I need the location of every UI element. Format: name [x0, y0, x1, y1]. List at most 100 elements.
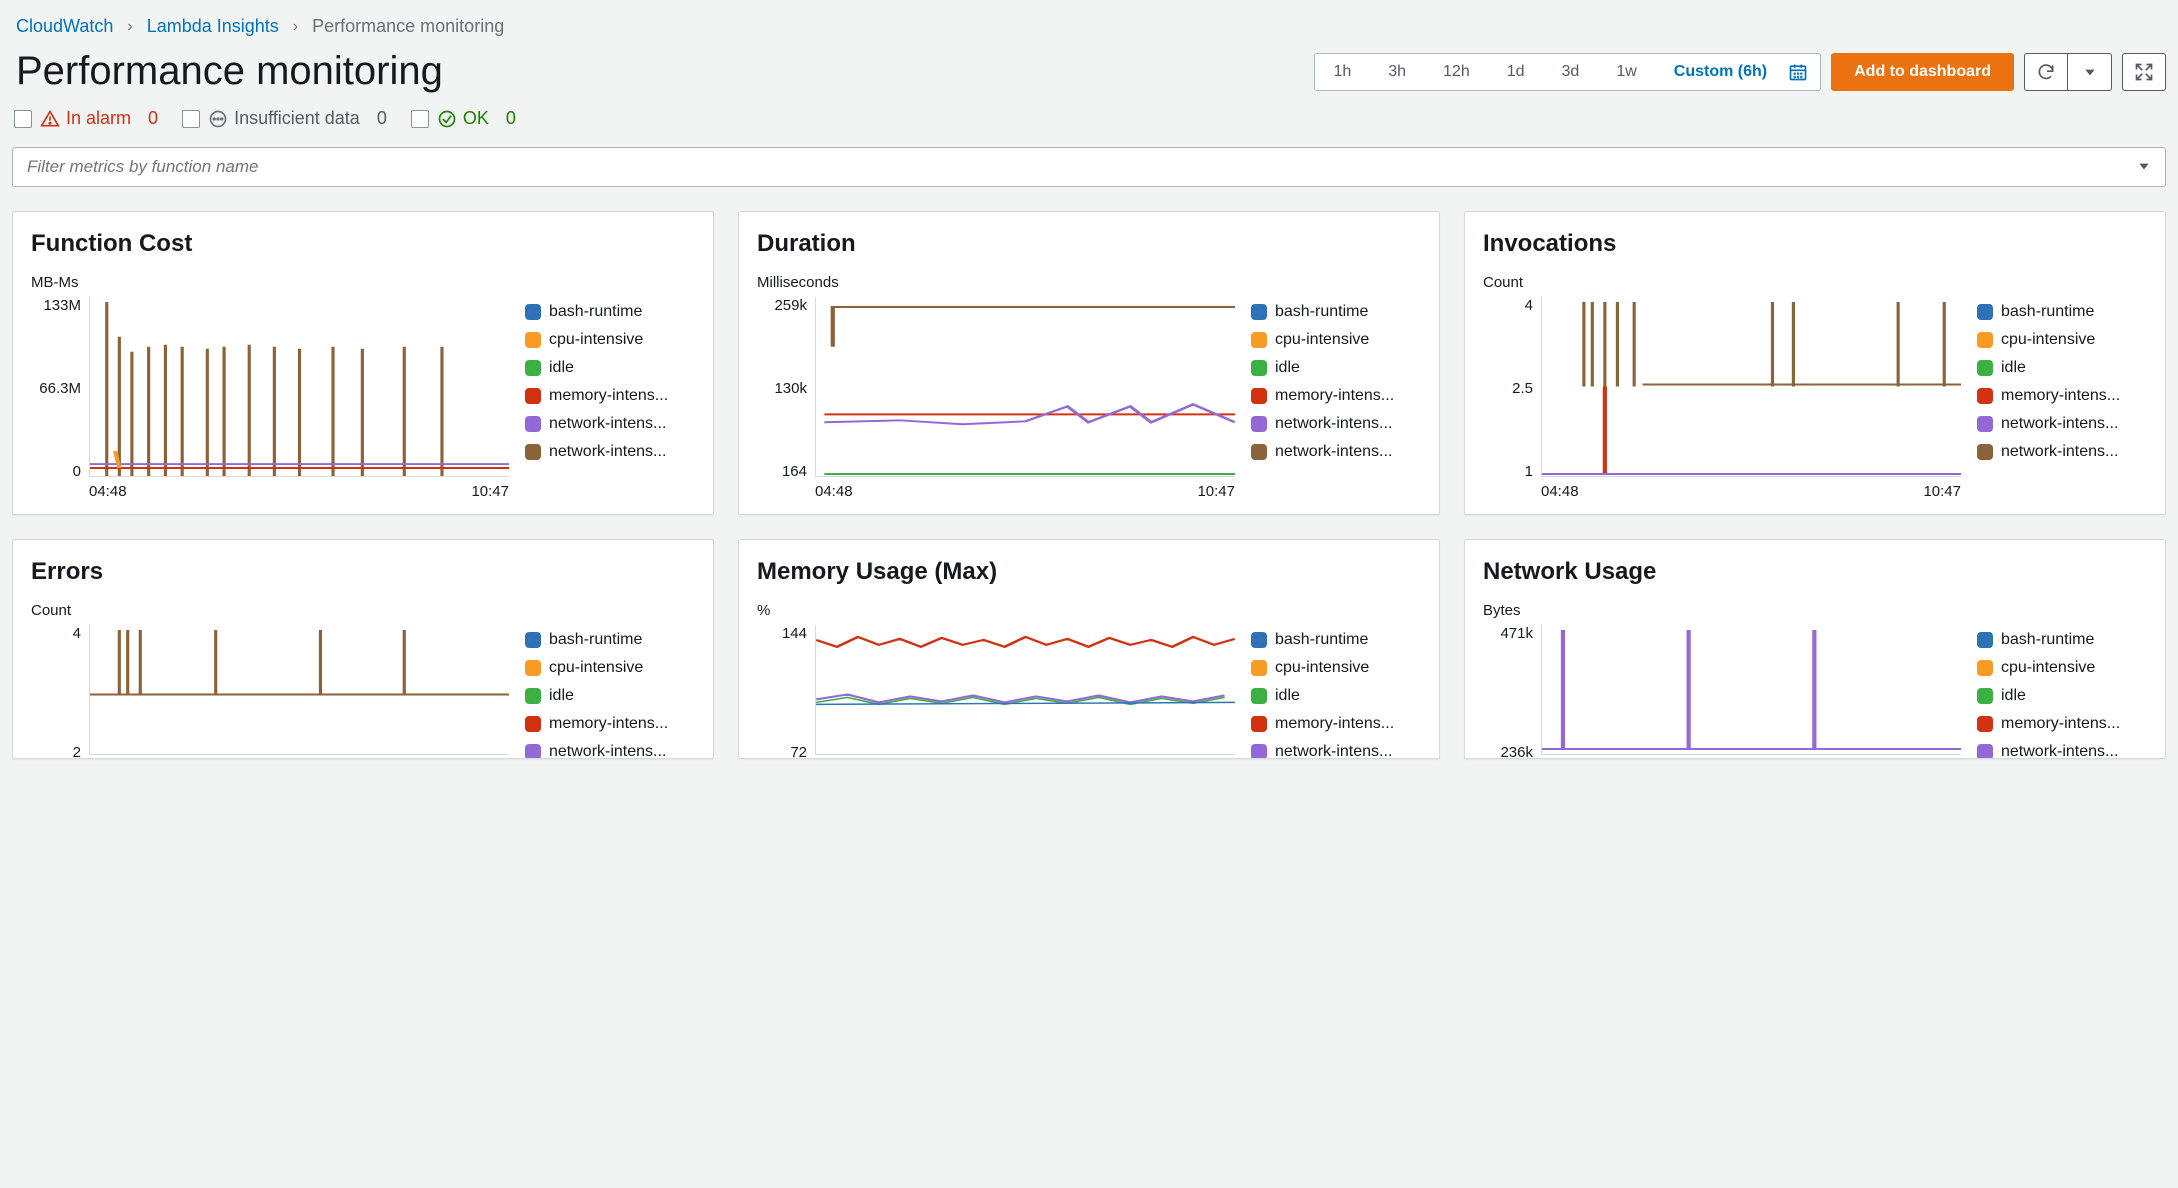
legend-item[interactable]: bash-runtime	[1251, 303, 1421, 321]
time-range-3h[interactable]: 3h	[1370, 54, 1425, 90]
legend-label: idle	[549, 687, 574, 705]
panel-unit: MB-Ms	[31, 274, 695, 291]
x-axis-ticks: 04:4810:47	[89, 477, 509, 500]
x-axis-ticks: 04:4810:47	[815, 477, 1235, 500]
legend-swatch	[1251, 304, 1267, 320]
time-range-1w[interactable]: 1w	[1598, 54, 1655, 90]
breadcrumb-lambda-insights[interactable]: Lambda Insights	[147, 16, 279, 37]
breadcrumb-cloudwatch[interactable]: CloudWatch	[16, 16, 113, 37]
legend-swatch	[525, 688, 541, 704]
legend-item[interactable]: idle	[525, 687, 695, 705]
in-alarm-checkbox[interactable]	[14, 110, 32, 128]
chart-plot[interactable]	[89, 625, 509, 755]
insufficient-checkbox[interactable]	[182, 110, 200, 128]
panel-invocations: Invocations Count 4 2.5 1	[1464, 211, 2166, 515]
legend-item[interactable]: cpu-intensive	[1251, 331, 1421, 349]
legend-item[interactable]: memory-intens...	[1977, 387, 2147, 405]
calendar-icon[interactable]	[1786, 54, 1820, 90]
legend-item[interactable]: network-intens...	[525, 743, 695, 759]
legend-item[interactable]: cpu-intensive	[1251, 659, 1421, 677]
legend-label: cpu-intensive	[1275, 331, 1369, 349]
legend-item[interactable]: bash-runtime	[1977, 631, 2147, 649]
legend-item[interactable]: cpu-intensive	[1977, 659, 2147, 677]
time-range-3d[interactable]: 3d	[1544, 54, 1599, 90]
add-to-dashboard-button[interactable]: Add to dashboard	[1831, 53, 2014, 91]
legend-swatch	[1251, 360, 1267, 376]
legend-item[interactable]: network-intens...	[1977, 743, 2147, 759]
legend-label: memory-intens...	[2001, 715, 2120, 733]
legend-item[interactable]: idle	[1977, 687, 2147, 705]
panel-title: Memory Usage (Max)	[757, 558, 1421, 586]
panel-errors: Errors Count 4 2 bash-ru	[12, 539, 714, 759]
legend-item[interactable]: cpu-intensive	[1977, 331, 2147, 349]
chart-plot[interactable]	[815, 297, 1235, 477]
legend-item[interactable]: memory-intens...	[1251, 715, 1421, 733]
legend-item[interactable]: bash-runtime	[525, 303, 695, 321]
in-alarm-status: In alarm 0	[40, 108, 158, 129]
chart-plot[interactable]	[1541, 625, 1961, 755]
legend-swatch	[1251, 660, 1267, 676]
legend-item[interactable]: network-intens...	[1251, 743, 1421, 759]
legend-label: bash-runtime	[2001, 303, 2094, 321]
insufficient-status: Insufficient data 0	[208, 108, 387, 129]
chart-plot[interactable]	[815, 625, 1235, 755]
legend-label: bash-runtime	[2001, 631, 2094, 649]
y-axis-ticks: 4 2	[31, 625, 87, 759]
legend-label: bash-runtime	[549, 631, 642, 649]
legend-item[interactable]: cpu-intensive	[525, 659, 695, 677]
legend-item[interactable]: network-intens...	[1977, 443, 2147, 461]
legend-label: cpu-intensive	[1275, 659, 1369, 677]
legend-item[interactable]: bash-runtime	[525, 631, 695, 649]
legend-item[interactable]: idle	[1251, 687, 1421, 705]
time-range-12h[interactable]: 12h	[1425, 54, 1489, 90]
chart-plot[interactable]	[1541, 297, 1961, 477]
legend-item[interactable]: idle	[525, 359, 695, 377]
legend-label: memory-intens...	[549, 387, 668, 405]
time-range-1h[interactable]: 1h	[1315, 54, 1370, 90]
legend-swatch	[1977, 716, 1993, 732]
time-range-selector: 1h 3h 12h 1d 3d 1w Custom (6h)	[1314, 53, 1821, 91]
legend-item[interactable]: idle	[1251, 359, 1421, 377]
legend-swatch	[525, 444, 541, 460]
legend-swatch	[1251, 416, 1267, 432]
legend-item[interactable]: memory-intens...	[1977, 715, 2147, 733]
legend-item[interactable]: network-intens...	[1251, 443, 1421, 461]
time-range-custom[interactable]: Custom (6h)	[1656, 54, 1786, 90]
legend-label: network-intens...	[1275, 743, 1392, 759]
legend-item[interactable]: memory-intens...	[525, 715, 695, 733]
legend-item[interactable]: memory-intens...	[525, 387, 695, 405]
legend-item[interactable]: network-intens...	[1251, 415, 1421, 433]
legend-label: bash-runtime	[549, 303, 642, 321]
legend-label: network-intens...	[549, 415, 666, 433]
ok-checkbox[interactable]	[411, 110, 429, 128]
legend-label: memory-intens...	[2001, 387, 2120, 405]
legend-item[interactable]: cpu-intensive	[525, 331, 695, 349]
filter-input[interactable]	[27, 157, 2151, 177]
legend-label: cpu-intensive	[549, 659, 643, 677]
chart-plot[interactable]	[89, 297, 509, 477]
legend-item[interactable]: bash-runtime	[1977, 303, 2147, 321]
legend-item[interactable]: network-intens...	[1977, 415, 2147, 433]
chart-legend: bash-runtime cpu-intensive idle memory-inte…	[525, 297, 695, 500]
refresh-options-button[interactable]	[2068, 53, 2112, 91]
y-axis-ticks: 144 72	[757, 625, 813, 759]
breadcrumb: CloudWatch › Lambda Insights › Performan…	[12, 16, 2166, 37]
time-range-1d[interactable]: 1d	[1489, 54, 1544, 90]
legend-label: idle	[1275, 359, 1300, 377]
legend-swatch	[525, 632, 541, 648]
legend-item[interactable]: bash-runtime	[1251, 631, 1421, 649]
legend-label: cpu-intensive	[549, 331, 643, 349]
panel-unit: %	[757, 602, 1421, 619]
legend-item[interactable]: network-intens...	[525, 443, 695, 461]
panel-duration: Duration Milliseconds 259k 130k 164	[738, 211, 1440, 515]
legend-label: idle	[2001, 687, 2026, 705]
chevron-down-icon[interactable]	[2137, 159, 2151, 176]
legend-label: memory-intens...	[1275, 387, 1394, 405]
legend-item[interactable]: memory-intens...	[1251, 387, 1421, 405]
legend-item[interactable]: idle	[1977, 359, 2147, 377]
panel-memory-usage: Memory Usage (Max) % 144 72 bash-runtime…	[738, 539, 1440, 759]
legend-swatch	[1977, 632, 1993, 648]
legend-item[interactable]: network-intens...	[525, 415, 695, 433]
fullscreen-button[interactable]	[2122, 53, 2166, 91]
refresh-button[interactable]	[2024, 53, 2068, 91]
